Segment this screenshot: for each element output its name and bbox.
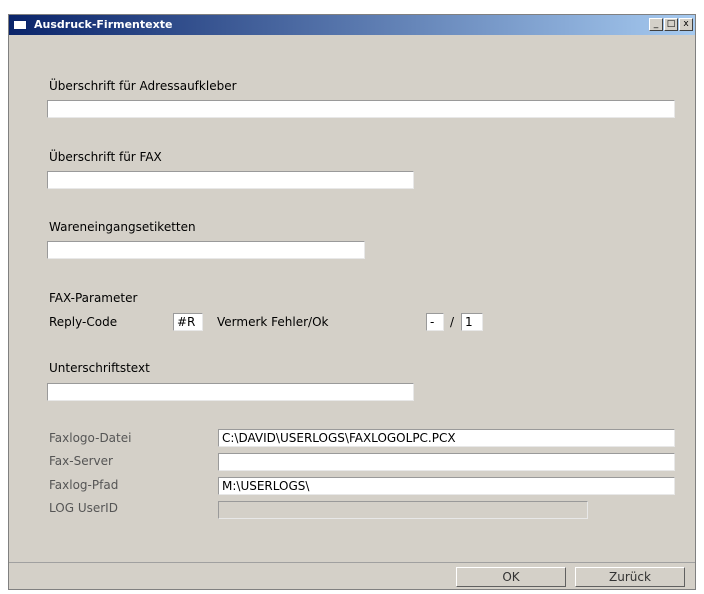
fax-header-input[interactable] [47, 171, 414, 189]
faxlogo-file-label: Faxlogo-Datei [49, 431, 132, 445]
fax-parameters-heading: FAX-Parameter [49, 291, 138, 305]
title-bar[interactable]: Ausdruck-Firmentexte _ □ x [9, 15, 695, 35]
reply-code-label: Reply-Code [49, 315, 118, 329]
address-header-input[interactable] [47, 100, 675, 118]
close-button[interactable]: x [679, 18, 693, 31]
minimize-button[interactable]: _ [649, 18, 663, 31]
maximize-button[interactable]: □ [664, 18, 678, 31]
window-app-icon [13, 20, 27, 30]
signature-text-label: Unterschriftstext [49, 361, 150, 375]
ok-button[interactable]: OK [456, 567, 566, 587]
address-header-label: Überschrift für Adressaufkleber [49, 79, 237, 93]
fax-server-label: Fax-Server [49, 454, 113, 468]
back-button[interactable]: Zurück [575, 567, 685, 587]
log-userid-input [218, 501, 588, 519]
window-title: Ausdruck-Firmentexte [34, 18, 173, 31]
reply-code-input[interactable]: #R [173, 313, 203, 331]
vermerk-label: Vermerk Fehler/Ok [217, 315, 329, 329]
fax-header-label: Überschrift für FAX [49, 150, 162, 164]
goods-receipt-label: Wareneingangsetiketten [49, 220, 196, 234]
dialog-window: Ausdruck-Firmentexte _ □ x Überschrift f… [8, 14, 696, 590]
goods-receipt-input[interactable] [47, 241, 365, 259]
faxlog-path-input[interactable]: M:\USERLOGS\ [218, 477, 675, 495]
faxlogo-file-input[interactable]: C:\DAVID\USERLOGS\FAXLOGOLPC.PCX [218, 429, 675, 447]
signature-text-input[interactable] [47, 383, 414, 401]
vermerk-fehler-input[interactable]: - [426, 313, 444, 331]
log-userid-label: LOG UserID [49, 501, 118, 515]
vermerk-ok-input[interactable]: 1 [461, 313, 483, 331]
faxlog-path-label: Faxlog-Pfad [49, 478, 119, 492]
fax-server-input[interactable] [218, 453, 675, 471]
vermerk-separator: / [450, 315, 455, 329]
button-bar: OK Zurück [9, 562, 695, 589]
